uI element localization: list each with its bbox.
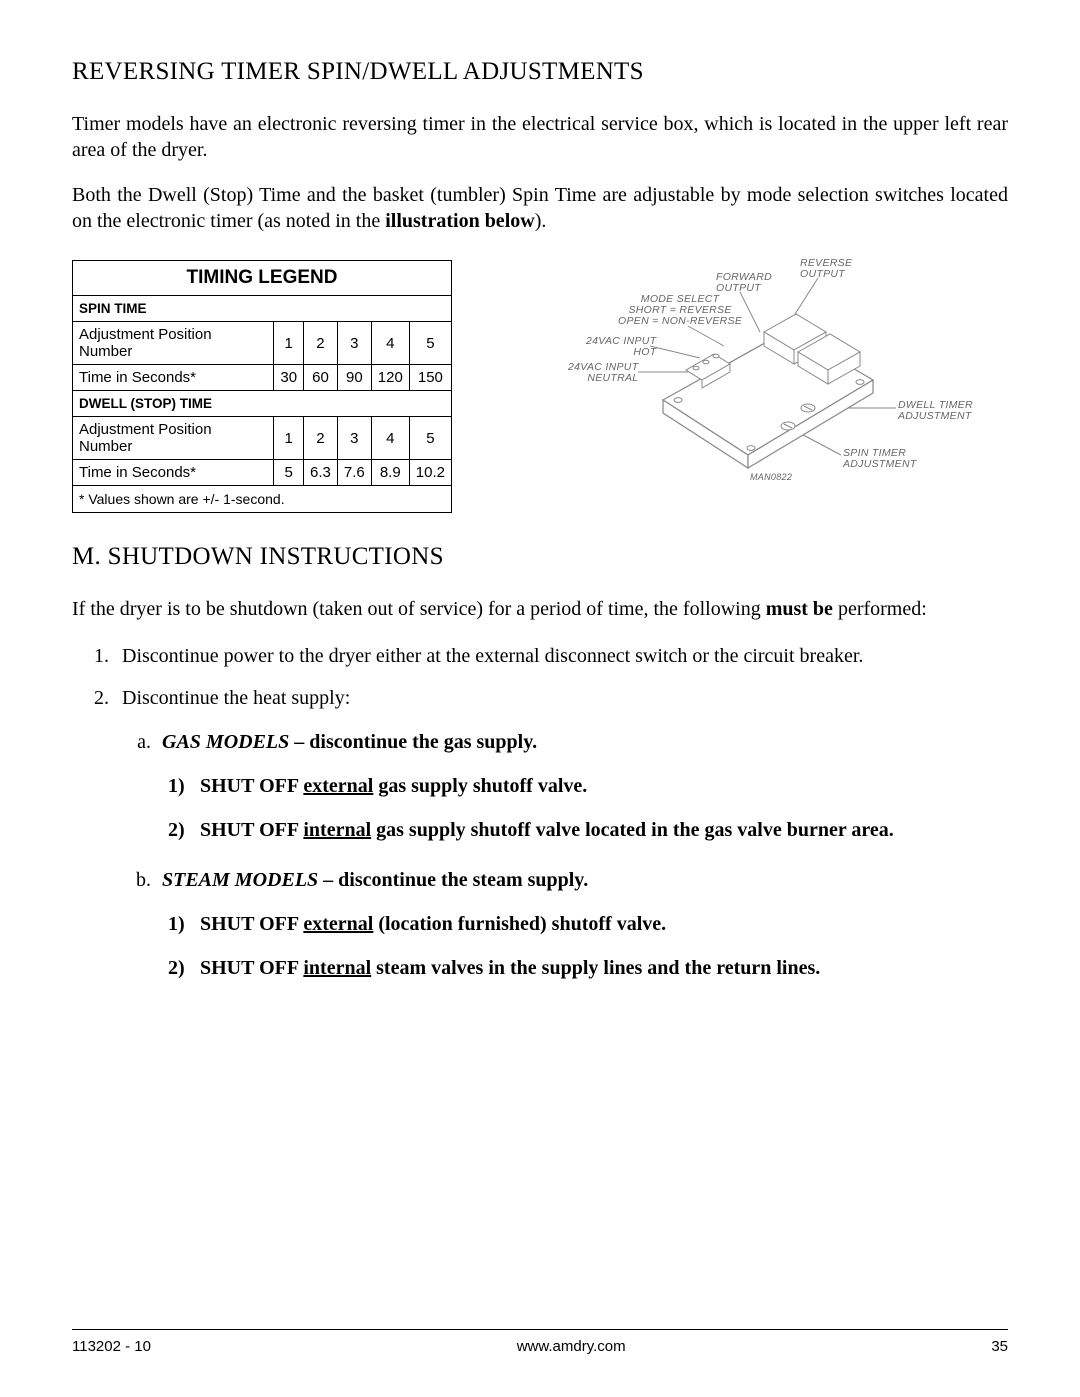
- spin-sec-2: 60: [304, 365, 338, 391]
- gas1-c: gas supply shutoff valve: [373, 775, 582, 797]
- steam2-a: SHUT OFF: [200, 957, 303, 979]
- p2-illustration-below: illustration below: [385, 210, 534, 232]
- gas-models-item: GAS MODELS – discontinue the gas supply.…: [156, 729, 1008, 843]
- heading-shutdown: M. SHUTDOWN INSTRUCTIONS: [72, 543, 1008, 571]
- dwell-sec-label: Time in Seconds*: [73, 460, 274, 486]
- steam-1: SHUT OFF external (location furnished) s…: [192, 911, 1008, 937]
- page-footer: 113202 - 10 www.amdry.com 35: [72, 1329, 1008, 1355]
- gas2-c: gas supply shutoff valve located in the …: [371, 819, 889, 841]
- table-title: TIMING LEGEND: [73, 261, 452, 296]
- steam-sublist: SHUT OFF external (location furnished) s…: [162, 911, 1008, 981]
- pm-a: If the dryer is to be shutdown (taken ou…: [72, 598, 766, 620]
- timing-legend-column: TIMING LEGEND SPIN TIME Adjustment Posit…: [72, 260, 452, 513]
- pm-mustbe: must be: [766, 598, 833, 620]
- shutdown-intro: If the dryer is to be shutdown (taken ou…: [72, 597, 1008, 623]
- spin-pos-3: 3: [337, 322, 371, 365]
- heat-supply-list: GAS MODELS – discontinue the gas supply.…: [122, 729, 1008, 981]
- page: REVERSING TIMER SPIN/DWELL ADJUSTMENTS T…: [0, 0, 1080, 1397]
- spin-sec-label: Time in Seconds*: [73, 365, 274, 391]
- two-column-area: TIMING LEGEND SPIN TIME Adjustment Posit…: [72, 260, 1008, 513]
- paragraph-intro-1: Timer models have an electronic reversin…: [72, 112, 1008, 163]
- table-footnote: * Values shown are +/- 1-second.: [73, 486, 452, 513]
- pm-c: performed:: [833, 598, 927, 620]
- footer-pagenum: 35: [991, 1338, 1008, 1355]
- dwell-sec-5: 10.2: [409, 460, 451, 486]
- steam1-c: (location furnished) shutoff valve: [373, 913, 661, 935]
- dwell-sec-3: 7.6: [337, 460, 371, 486]
- steam-models-label: STEAM MODELS: [162, 869, 318, 891]
- step-1-text: Discontinue power to the dryer either at…: [122, 645, 863, 667]
- gas1-a: SHUT OFF: [200, 775, 303, 797]
- step-1: Discontinue power to the dryer either at…: [114, 643, 1008, 669]
- step-2-text: Discontinue the heat supply:: [122, 687, 350, 709]
- step-2: Discontinue the heat supply: GAS MODELS …: [114, 685, 1008, 981]
- steam2-c: steam valves in the supply lines and the…: [371, 957, 815, 979]
- steam-2: SHUT OFF internal steam valves in the su…: [192, 955, 1008, 981]
- spin-sec-3: 90: [337, 365, 371, 391]
- illustration-column: REVERSEOUTPUT FORWARDOUTPUT MODE SELECTS…: [478, 260, 1008, 513]
- dwell-pos-4: 4: [371, 417, 409, 460]
- gas-sublist: SHUT OFF external gas supply shutoff val…: [162, 773, 1008, 843]
- footer-rule: [72, 1329, 1008, 1330]
- spin-pos-1: 1: [274, 322, 304, 365]
- spin-pos-2: 2: [304, 322, 338, 365]
- steam2-b: internal: [303, 957, 371, 979]
- spin-sec-5: 150: [409, 365, 451, 391]
- dwell-pos-label: Adjustment Position Number: [73, 417, 274, 460]
- heading-reversing-timer: REVERSING TIMER SPIN/DWELL ADJUSTMENTS: [72, 58, 1008, 86]
- spin-pos-5: 5: [409, 322, 451, 365]
- spin-sec-4: 120: [371, 365, 409, 391]
- gas2-a: SHUT OFF: [200, 819, 303, 841]
- footer-url: www.amdry.com: [517, 1338, 626, 1355]
- p2-text-c: ).: [535, 210, 547, 232]
- steam-models-item: STEAM MODELS – discontinue the steam sup…: [156, 867, 1008, 981]
- timer-board-illustration: REVERSEOUTPUT FORWARDOUTPUT MODE SELECTS…: [478, 260, 1008, 485]
- gas-models-rest: – discontinue the gas supply: [289, 731, 532, 753]
- spin-pos-4: 4: [371, 322, 409, 365]
- steam1-b: external: [303, 913, 373, 935]
- board-svg: [478, 260, 998, 485]
- dwell-sec-4: 8.9: [371, 460, 409, 486]
- gas-models-label: GAS MODELS: [162, 731, 289, 753]
- dwell-pos-5: 5: [409, 417, 451, 460]
- dwell-pos-3: 3: [337, 417, 371, 460]
- gas-1: SHUT OFF external gas supply shutoff val…: [192, 773, 1008, 799]
- gas1-b: external: [303, 775, 373, 797]
- dwell-time-header: DWELL (STOP) TIME: [73, 391, 452, 417]
- paragraph-intro-2: Both the Dwell (Stop) Time and the baske…: [72, 183, 1008, 234]
- shutdown-steps: Discontinue power to the dryer either at…: [72, 643, 1008, 981]
- spin-time-header: SPIN TIME: [73, 296, 452, 322]
- gas2-b: internal: [303, 819, 371, 841]
- timing-legend-table: TIMING LEGEND SPIN TIME Adjustment Posit…: [72, 260, 452, 513]
- steam-models-rest: – discontinue the steam supply: [318, 869, 583, 891]
- section-m: M. SHUTDOWN INSTRUCTIONS If the dryer is…: [72, 543, 1008, 981]
- spin-sec-1: 30: [274, 365, 304, 391]
- dwell-sec-2: 6.3: [304, 460, 338, 486]
- gas-2: SHUT OFF internal gas supply shutoff val…: [192, 817, 1008, 843]
- dwell-sec-1: 5: [274, 460, 304, 486]
- steam1-a: SHUT OFF: [200, 913, 303, 935]
- dwell-pos-1: 1: [274, 417, 304, 460]
- spin-pos-label: Adjustment Position Number: [73, 322, 274, 365]
- footer-docnum: 113202 - 10: [72, 1338, 151, 1355]
- dwell-pos-2: 2: [304, 417, 338, 460]
